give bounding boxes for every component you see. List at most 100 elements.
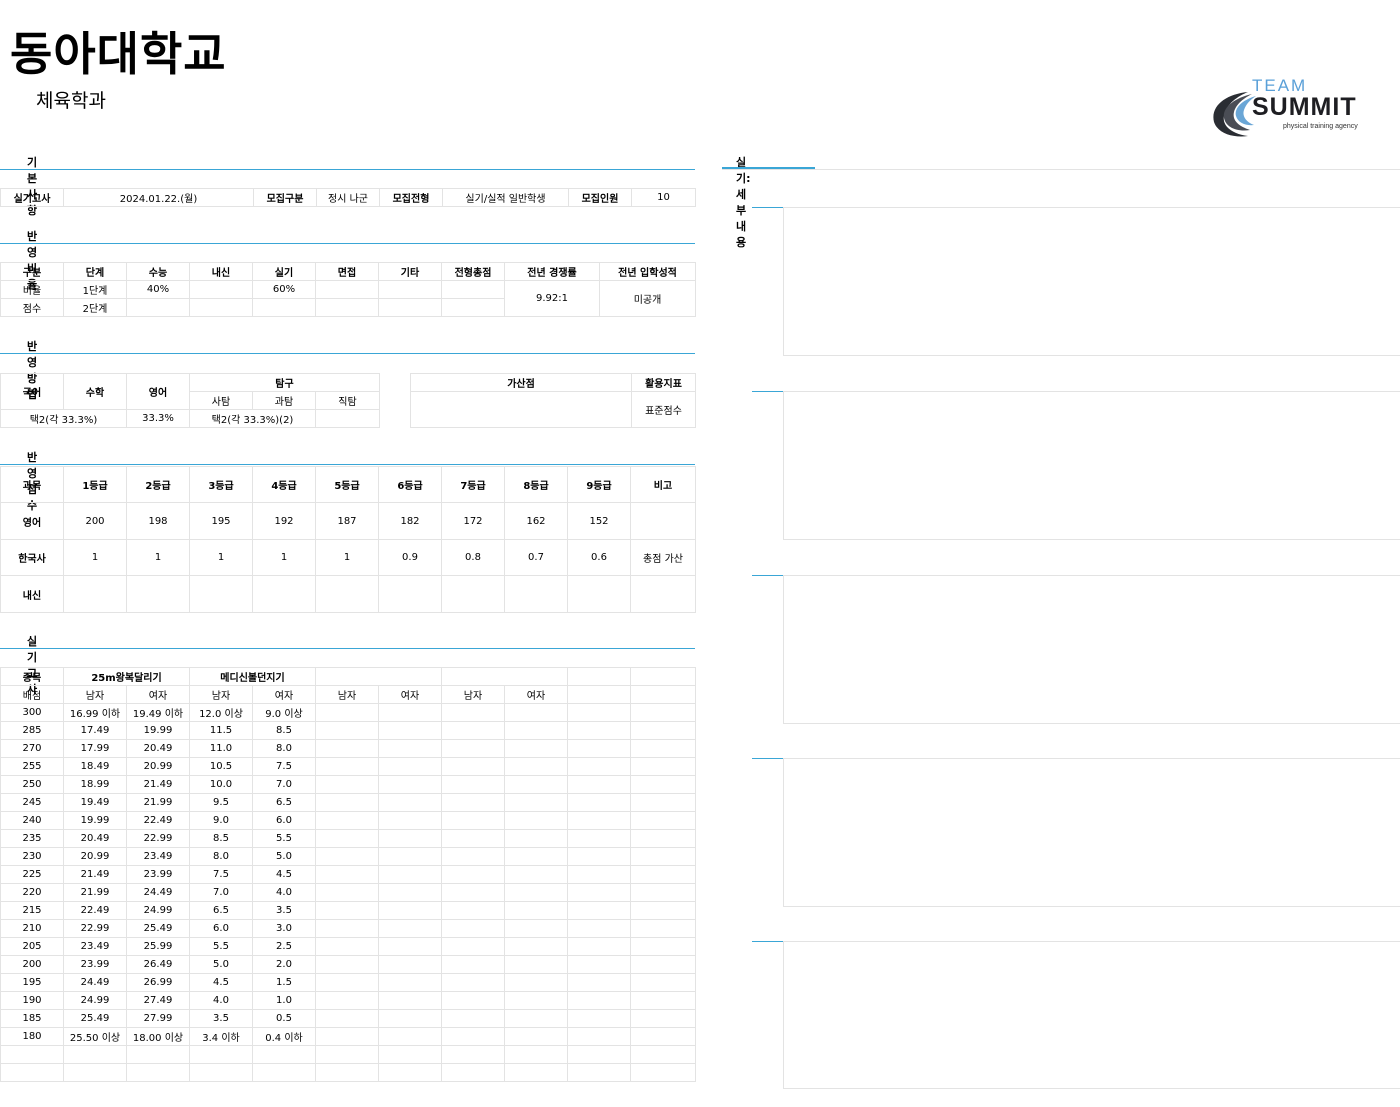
practical-cell: 4.0 — [252, 883, 316, 902]
practical-cell — [630, 721, 696, 740]
practical-cell: 20.99 — [126, 757, 190, 776]
practical-cell: 22.99 — [63, 919, 127, 938]
english-value: 33.3% — [126, 409, 190, 428]
practical-cell: 235 — [0, 829, 64, 848]
gender-empty — [567, 685, 631, 704]
practical-cell — [504, 721, 568, 740]
practical-cell — [126, 1063, 190, 1082]
practical-cell — [315, 901, 379, 920]
practical-cell — [504, 1045, 568, 1064]
practical-cell: 225 — [0, 865, 64, 884]
practical-cell — [189, 1063, 253, 1082]
grade-cell — [441, 575, 505, 613]
practical-cell: 9.0 이상 — [252, 703, 316, 722]
gender-row: 배점 남자 여자 남자 여자 남자 여자 남자 여자 — [0, 685, 696, 704]
grade-cell — [315, 575, 379, 613]
practical-cell — [504, 955, 568, 974]
practical-cell — [441, 865, 505, 884]
practical-cell: 19.99 — [63, 811, 127, 830]
event-1-name: 25m왕복달리기 — [63, 667, 190, 686]
practical-cell — [378, 919, 442, 938]
practical-cell: 21.99 — [126, 793, 190, 812]
practical-cell — [504, 793, 568, 812]
female-label: 여자 — [504, 685, 568, 704]
recruit-value: 정시 나군 — [316, 188, 380, 207]
kor-math-value: 택2(각 33.3%) — [0, 409, 127, 428]
practical-cell — [63, 1045, 127, 1064]
practical-cell — [315, 1009, 379, 1028]
practical-table: 종목 25m왕복달리기 메디신볼던지기 배점 남자 여자 남자 여자 남자 여자… — [0, 667, 696, 1082]
practical-cell — [567, 1045, 631, 1064]
practical-cell — [630, 901, 696, 920]
practical-cell — [378, 793, 442, 812]
practical-cell — [567, 757, 631, 776]
male-label: 남자 — [189, 685, 253, 704]
practical-cell — [189, 1045, 253, 1064]
grade-cell: 182 — [378, 502, 442, 540]
practical-cell — [441, 793, 505, 812]
male-label: 남자 — [441, 685, 505, 704]
practical-cell: 24.49 — [126, 883, 190, 902]
practical-cell: 3.4 이하 — [189, 1027, 253, 1046]
practical-row: 245 19.49 21.99 9.5 6.5 — [0, 793, 696, 812]
practical-cell — [378, 1009, 442, 1028]
practical-cell — [630, 883, 696, 902]
grade-cell — [630, 575, 696, 613]
practical-cell: 17.99 — [63, 739, 127, 758]
practical-cell — [441, 775, 505, 794]
science-header: 과탐 — [252, 391, 316, 410]
grade-cell: 영어 — [0, 502, 64, 540]
exam-label: 실기고사 — [0, 188, 64, 207]
practical-cell — [630, 973, 696, 992]
event-row: 종목 25m왕복달리기 메디신볼던지기 — [0, 667, 696, 686]
practical-cell: 9.5 — [189, 793, 253, 812]
practical-cell: 19.49 이하 — [126, 703, 190, 722]
practical-cell — [252, 1045, 316, 1064]
practical-cell — [630, 775, 696, 794]
grade-header: 비고 — [630, 466, 696, 503]
practical-cell: 23.99 — [126, 865, 190, 884]
grade-row: 내신 — [0, 575, 696, 613]
practical-cell: 285 — [0, 721, 64, 740]
practical-cell: 21.49 — [63, 865, 127, 884]
grade-header: 4등급 — [252, 466, 316, 503]
section-divider — [0, 353, 695, 354]
practical-cell — [315, 793, 379, 812]
event-3-name — [315, 667, 442, 686]
practical-cell: 27.49 — [126, 991, 190, 1010]
practical-cell — [630, 757, 696, 776]
practical-cell: 6.5 — [189, 901, 253, 920]
practical-cell: 20.49 — [126, 739, 190, 758]
practical-cell: 12.0 이상 — [189, 703, 253, 722]
practical-cell: 7.5 — [252, 757, 316, 776]
grade-cell: 0.6 — [567, 539, 631, 576]
detail-box — [783, 391, 1400, 540]
exam-date: 2024.01.22.(월) — [63, 188, 254, 207]
grade-cell — [63, 575, 127, 613]
practical-cell — [504, 811, 568, 830]
practical-cell — [567, 937, 631, 956]
practical-cell — [315, 1045, 379, 1064]
practical-cell — [441, 1063, 505, 1082]
practical-cell: 210 — [0, 919, 64, 938]
section-divider — [0, 243, 695, 244]
grade-header: 과목 — [0, 466, 64, 503]
practical-cell: 180 — [0, 1027, 64, 1046]
practical-cell: 18.00 이상 — [126, 1027, 190, 1046]
ratio-header: 내신 — [189, 262, 253, 281]
practical-cell: 3.0 — [252, 919, 316, 938]
grade-header: 2등급 — [126, 466, 190, 503]
practical-cell: 1.0 — [252, 991, 316, 1010]
practical-cell — [378, 721, 442, 740]
practical-cell: 195 — [0, 973, 64, 992]
practical-cell — [378, 865, 442, 884]
practical-cell — [567, 919, 631, 938]
detail-box — [783, 575, 1400, 724]
practical-cell: 5.5 — [252, 829, 316, 848]
ratio-header: 전년 입학성적 — [599, 262, 696, 281]
ratio-cell — [252, 298, 316, 317]
practical-cell — [378, 1045, 442, 1064]
practical-cell — [0, 1063, 64, 1082]
grade-cell: 192 — [252, 502, 316, 540]
practical-cell — [441, 883, 505, 902]
